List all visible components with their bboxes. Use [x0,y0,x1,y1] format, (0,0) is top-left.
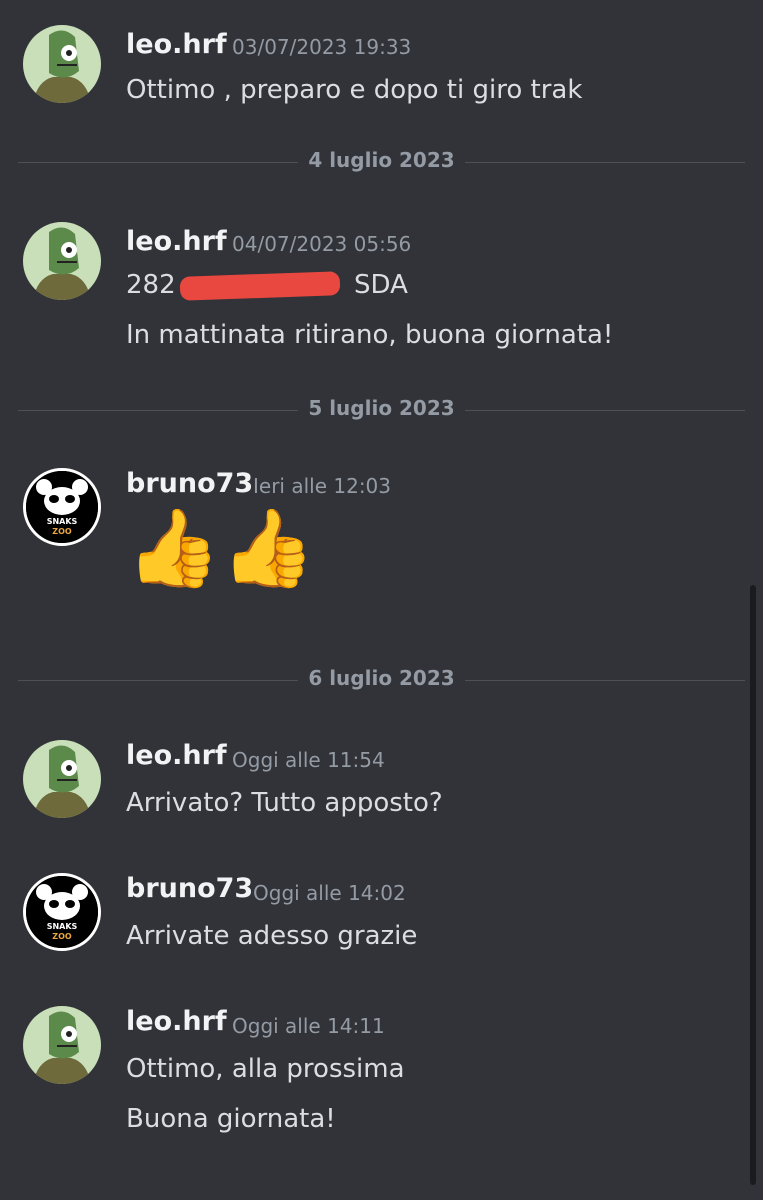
avatar-leo[interactable] [23,25,101,103]
message-4: leo.hrf Oggi alle 11:54 Arrivato? Tutto … [0,740,740,830]
avatar-logo-text: SNAKS [46,922,78,931]
avatar-leo[interactable] [23,740,101,818]
timestamp: Oggi alle 11:54 [232,748,385,772]
message-5: SNAKS ZOO bruno73 Oggi alle 14:02 Arriva… [0,873,740,963]
divider-line [465,680,745,681]
date-divider: 5 luglio 2023 [18,396,745,426]
timestamp: Oggi alle 14:11 [232,1014,385,1038]
message-text: In mattinata ritirano, buona giornata! [126,320,614,350]
timestamp: Ieri alle 12:03 [253,474,392,498]
message-text: Ottimo, alla prossima [126,1054,405,1084]
divider-line [465,162,745,163]
divider-date: 6 luglio 2023 [308,666,455,690]
message-text: Arrivate adesso grazie [126,921,418,951]
redaction-mark [179,271,341,301]
courier-label: SDA [354,270,408,300]
divider-line [465,410,745,411]
username[interactable]: bruno73 [126,873,253,904]
message-6: leo.hrf Oggi alle 14:11 Ottimo, alla pro… [0,1006,740,1146]
message-text: Ottimo , preparo e dopo ti giro trak [126,75,583,105]
username[interactable]: bruno73 [126,468,253,499]
scrollbar[interactable] [750,585,756,1185]
timestamp: 04/07/2023 05:56 [232,232,412,256]
message-2: leo.hrf 04/07/2023 05:56 282 SDA In matt… [0,222,740,357]
message-text: Arrivato? Tutto apposto? [126,788,443,818]
date-divider: 4 luglio 2023 [18,148,745,178]
username[interactable]: leo.hrf [126,1006,227,1037]
avatar-leo[interactable] [23,1006,101,1084]
timestamp: Oggi alle 14:02 [253,881,406,905]
divider-date: 5 luglio 2023 [308,396,455,420]
message-text: Buona giornata! [126,1104,336,1134]
avatar-logo-text: SNAKS [46,517,78,526]
username[interactable]: leo.hrf [126,740,227,771]
avatar-leo[interactable] [23,222,101,300]
message-3: SNAKS ZOO bruno73 Ieri alle 12:03 👍👍 [0,468,740,618]
message-1: leo.hrf 03/07/2023 19:33 Ottimo , prepar… [0,25,740,115]
date-divider: 6 luglio 2023 [18,666,745,696]
divider-date: 4 luglio 2023 [308,148,455,172]
avatar-bruno[interactable]: SNAKS ZOO [23,468,101,546]
username[interactable]: leo.hrf [126,226,227,257]
username[interactable]: leo.hrf [126,29,227,60]
tracking-number: 282 [126,270,176,300]
avatar-logo-text: ZOO [52,527,72,536]
avatar-bruno[interactable]: SNAKS ZOO [23,873,101,951]
avatar-logo-text: ZOO [52,932,72,941]
thumbs-up-emoji: 👍👍 [126,503,316,592]
timestamp: 03/07/2023 19:33 [232,35,412,59]
